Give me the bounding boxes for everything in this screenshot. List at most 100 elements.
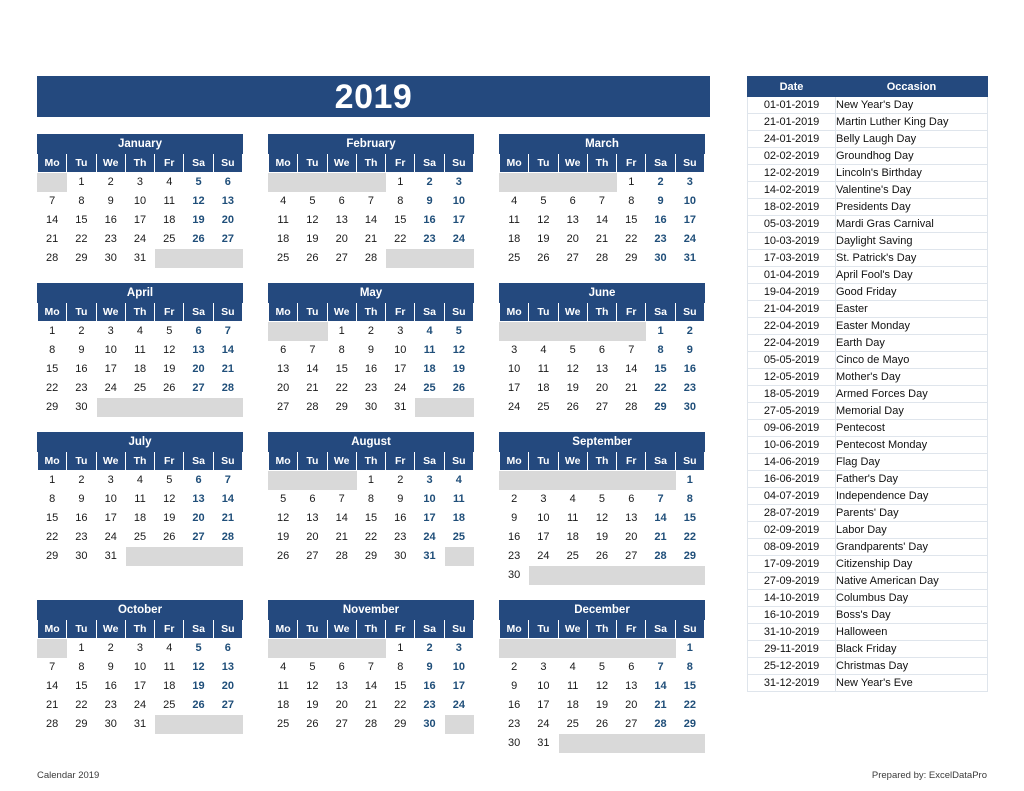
day-cell[interactable]: 27 xyxy=(326,714,357,734)
day-cell[interactable]: 18 xyxy=(154,676,185,696)
day-cell[interactable]: 8 xyxy=(36,340,68,360)
day-cell[interactable]: 5 xyxy=(267,489,299,509)
day-cell[interactable]: 7 xyxy=(297,340,328,360)
day-cell[interactable]: 22 xyxy=(674,695,706,715)
day-cell[interactable]: 2 xyxy=(66,470,97,490)
day-cell[interactable]: 25 xyxy=(528,397,559,417)
day-cell[interactable]: 25 xyxy=(154,229,185,249)
day-cell[interactable]: 4 xyxy=(124,470,156,490)
day-cell[interactable]: 19 xyxy=(297,229,328,249)
day-cell[interactable]: 20 xyxy=(212,210,244,230)
day-cell[interactable]: 23 xyxy=(674,378,706,398)
day-cell[interactable]: 30 xyxy=(355,397,387,417)
day-cell[interactable]: 12 xyxy=(183,191,214,211)
day-cell[interactable]: 29 xyxy=(66,248,97,268)
day-cell[interactable]: 25 xyxy=(498,248,530,268)
day-cell[interactable]: 26 xyxy=(443,378,475,398)
day-cell[interactable]: 25 xyxy=(443,527,475,547)
day-cell[interactable]: 20 xyxy=(326,695,357,715)
day-cell[interactable]: 4 xyxy=(528,340,559,360)
day-cell[interactable]: 17 xyxy=(498,378,530,398)
day-cell[interactable]: 17 xyxy=(443,210,475,230)
day-cell[interactable]: 3 xyxy=(674,172,706,192)
day-cell[interactable]: 15 xyxy=(385,676,416,696)
day-cell[interactable]: 22 xyxy=(385,695,416,715)
day-cell[interactable]: 11 xyxy=(267,676,299,696)
day-cell[interactable]: 31 xyxy=(124,248,156,268)
day-cell[interactable]: 29 xyxy=(645,397,676,417)
day-cell[interactable]: 18 xyxy=(154,210,185,230)
day-cell[interactable]: 24 xyxy=(674,229,706,249)
day-cell[interactable]: 22 xyxy=(326,378,357,398)
day-cell[interactable]: 23 xyxy=(66,378,97,398)
day-cell[interactable]: 11 xyxy=(557,508,588,528)
day-cell[interactable]: 16 xyxy=(385,508,416,528)
day-cell[interactable]: 6 xyxy=(616,657,647,677)
day-cell[interactable]: 30 xyxy=(95,714,126,734)
day-cell[interactable]: 22 xyxy=(66,229,97,249)
day-cell[interactable]: 2 xyxy=(385,470,416,490)
day-cell[interactable]: 4 xyxy=(498,191,530,211)
day-cell[interactable]: 3 xyxy=(124,172,156,192)
day-cell[interactable]: 18 xyxy=(557,695,588,715)
day-cell[interactable]: 29 xyxy=(616,248,647,268)
day-cell[interactable]: 28 xyxy=(645,714,676,734)
day-cell[interactable]: 1 xyxy=(326,321,357,341)
day-cell[interactable]: 27 xyxy=(616,714,647,734)
day-cell[interactable]: 28 xyxy=(297,397,328,417)
day-cell[interactable]: 4 xyxy=(557,657,588,677)
day-cell[interactable]: 9 xyxy=(414,657,445,677)
day-cell[interactable]: 16 xyxy=(355,359,387,379)
day-cell[interactable]: 12 xyxy=(297,676,328,696)
day-cell[interactable]: 25 xyxy=(557,546,588,566)
day-cell[interactable]: 31 xyxy=(385,397,416,417)
day-cell[interactable]: 19 xyxy=(528,229,559,249)
day-cell[interactable]: 13 xyxy=(267,359,299,379)
day-cell[interactable]: 11 xyxy=(154,191,185,211)
day-cell[interactable]: 13 xyxy=(183,340,214,360)
day-cell[interactable]: 6 xyxy=(212,172,244,192)
day-cell[interactable]: 14 xyxy=(212,340,244,360)
day-cell[interactable]: 20 xyxy=(183,359,214,379)
day-cell[interactable]: 12 xyxy=(586,508,618,528)
day-cell[interactable]: 16 xyxy=(674,359,706,379)
day-cell[interactable]: 24 xyxy=(443,229,475,249)
day-cell[interactable]: 12 xyxy=(528,210,559,230)
day-cell[interactable]: 26 xyxy=(154,527,185,547)
day-cell[interactable]: 30 xyxy=(95,248,126,268)
day-cell[interactable]: 6 xyxy=(297,489,328,509)
day-cell[interactable]: 2 xyxy=(95,638,126,658)
day-cell[interactable]: 31 xyxy=(674,248,706,268)
day-cell[interactable]: 23 xyxy=(66,527,97,547)
day-cell[interactable]: 18 xyxy=(267,229,299,249)
day-cell[interactable]: 17 xyxy=(95,359,126,379)
day-cell[interactable]: 14 xyxy=(645,676,676,696)
day-cell[interactable]: 25 xyxy=(414,378,445,398)
day-cell[interactable]: 11 xyxy=(498,210,530,230)
day-cell[interactable]: 11 xyxy=(267,210,299,230)
day-cell[interactable]: 9 xyxy=(66,489,97,509)
day-cell[interactable]: 30 xyxy=(498,565,530,585)
day-cell[interactable]: 8 xyxy=(66,191,97,211)
day-cell[interactable]: 21 xyxy=(297,378,328,398)
day-cell[interactable]: 16 xyxy=(95,676,126,696)
day-cell[interactable]: 25 xyxy=(124,378,156,398)
day-cell[interactable]: 21 xyxy=(586,229,618,249)
day-cell[interactable]: 5 xyxy=(154,321,185,341)
day-cell[interactable]: 15 xyxy=(385,210,416,230)
day-cell[interactable]: 27 xyxy=(183,378,214,398)
day-cell[interactable]: 27 xyxy=(183,527,214,547)
day-cell[interactable]: 27 xyxy=(212,695,244,715)
day-cell[interactable]: 3 xyxy=(124,638,156,658)
day-cell[interactable]: 10 xyxy=(443,191,475,211)
day-cell[interactable]: 23 xyxy=(498,546,530,566)
day-cell[interactable]: 20 xyxy=(616,695,647,715)
day-cell[interactable]: 9 xyxy=(414,191,445,211)
day-cell[interactable]: 7 xyxy=(36,657,68,677)
day-cell[interactable]: 1 xyxy=(385,638,416,658)
day-cell[interactable]: 24 xyxy=(385,378,416,398)
day-cell[interactable]: 10 xyxy=(95,489,126,509)
day-cell[interactable]: 7 xyxy=(586,191,618,211)
day-cell[interactable]: 28 xyxy=(212,378,244,398)
day-cell[interactable]: 25 xyxy=(557,714,588,734)
